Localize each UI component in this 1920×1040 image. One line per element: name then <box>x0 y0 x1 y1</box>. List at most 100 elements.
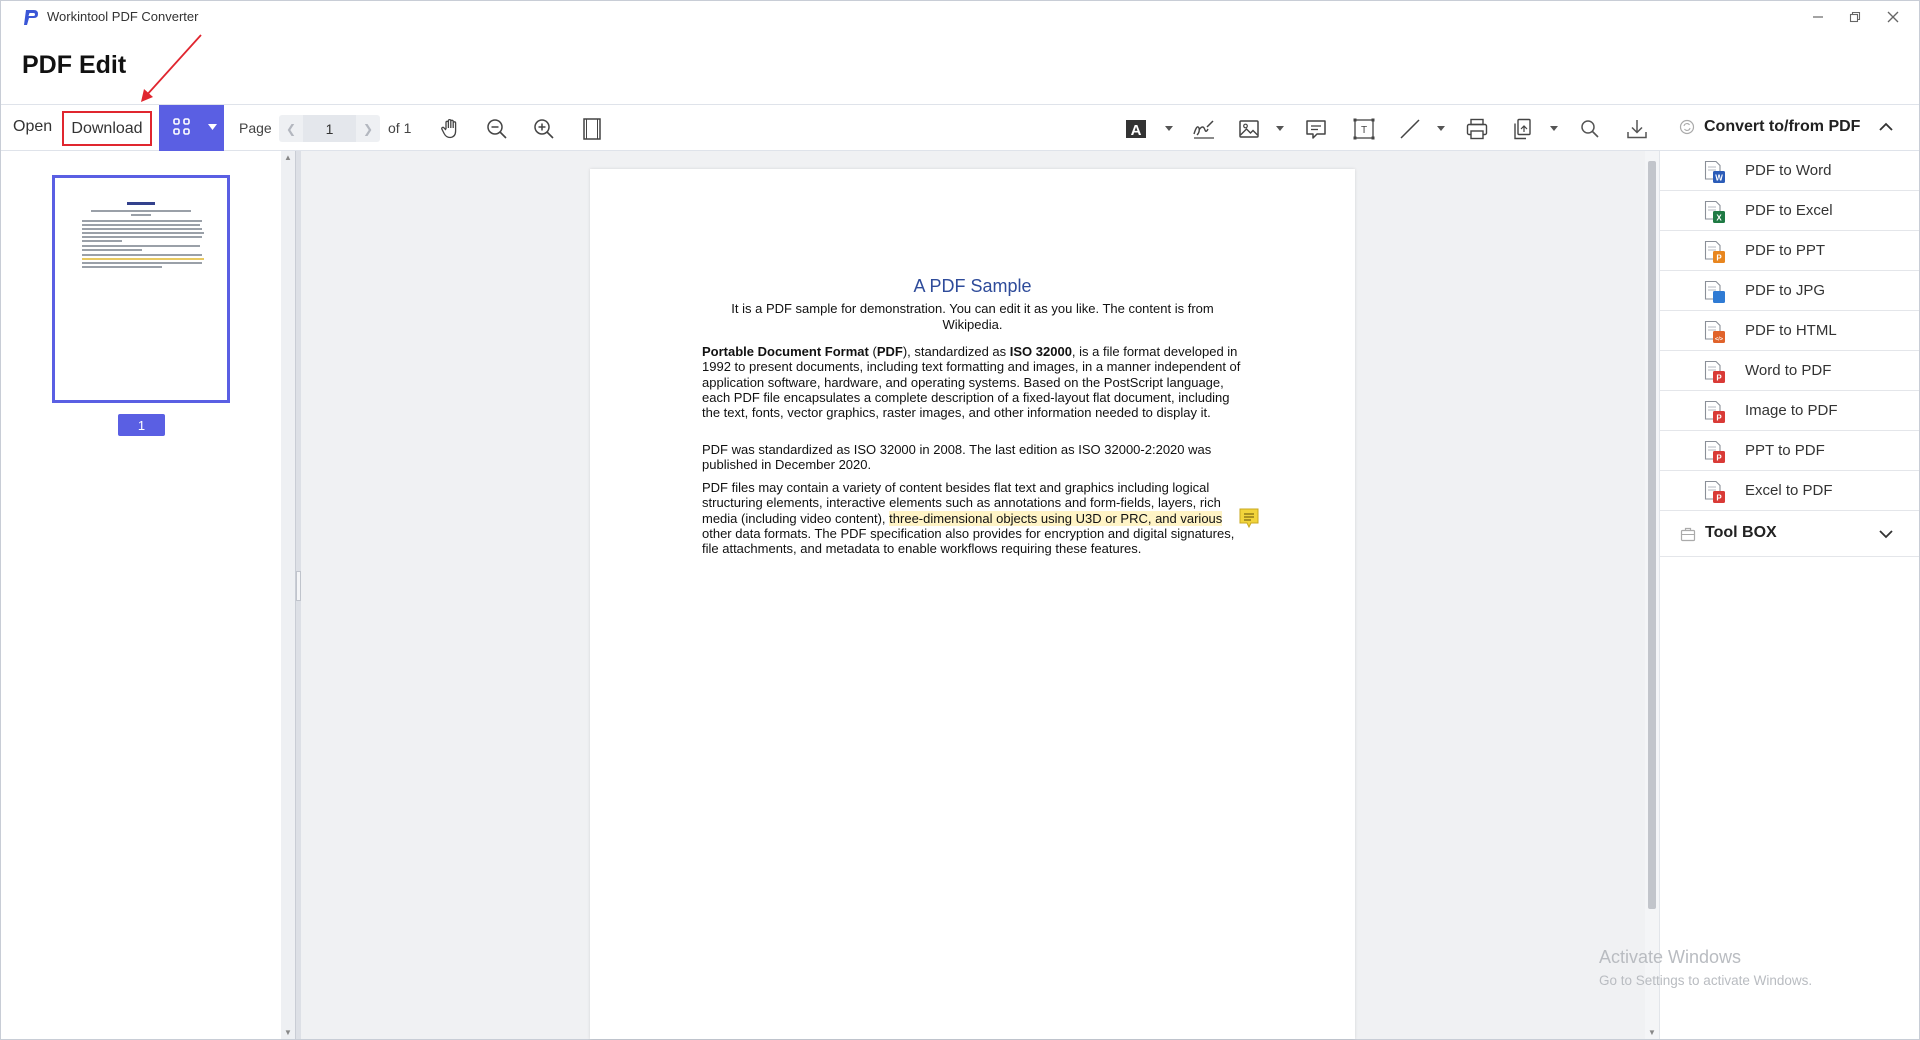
next-page-button[interactable]: ❯ <box>356 115 380 142</box>
document-paragraph-2: PDF was standardized as ISO 32000 in 200… <box>702 442 1212 473</box>
excel-to-pdf-icon: P <box>1704 480 1725 503</box>
annotation-arrow <box>141 34 202 102</box>
toolbox-label: Tool BOX <box>1705 524 1777 541</box>
page-total: of 1 <box>388 120 412 136</box>
paragraph-text: ( <box>868 344 877 359</box>
pdf-page[interactable]: A PDF Sample It is a PDF sample for demo… <box>590 169 1355 1039</box>
image-icon <box>1239 120 1259 138</box>
chevron-down-icon[interactable] <box>1878 527 1894 541</box>
thumbnail-scrollbar[interactable]: ▲ ▼ <box>281 151 295 1039</box>
svg-text:A: A <box>1131 122 1142 139</box>
convert-item-label: PDF to HTML <box>1745 322 1837 339</box>
convert-item-pdf-to-html[interactable]: </> PDF to HTML <box>1660 311 1919 351</box>
scroll-down-arrow-icon[interactable]: ▼ <box>284 1028 292 1037</box>
document-viewer: A PDF Sample It is a PDF sample for demo… <box>301 151 1645 1039</box>
minimize-icon <box>1813 16 1823 18</box>
convert-item-pdf-to-word[interactable]: W PDF to Word <box>1660 151 1919 191</box>
convert-item-label: PDF to Word <box>1745 162 1832 179</box>
svg-text:W: W <box>1715 174 1723 183</box>
text-dropdown-icon[interactable] <box>1164 123 1174 133</box>
svg-text:P: P <box>1716 414 1722 423</box>
image-to-pdf-icon: P <box>1704 400 1725 423</box>
thumbnail-text-line <box>82 224 200 226</box>
thumbnail-text-line <box>82 228 202 230</box>
convert-item-pdf-to-excel[interactable]: X PDF to Excel <box>1660 191 1919 231</box>
convert-item-ppt-to-pdf[interactable]: P PPT to PDF <box>1660 431 1919 471</box>
zoom-out-icon <box>487 119 507 139</box>
page-thumbnail[interactable] <box>52 175 230 403</box>
text-box-button[interactable]: T <box>1351 116 1377 142</box>
image-dropdown-icon[interactable] <box>1275 123 1285 133</box>
page-number-input[interactable]: 1 <box>303 115 356 142</box>
print-icon <box>1466 118 1488 140</box>
previous-page-button[interactable]: ❮ <box>279 115 303 142</box>
sticky-note-icon[interactable] <box>1238 507 1260 529</box>
print-button[interactable] <box>1464 116 1490 142</box>
word-to-pdf-icon: P <box>1704 360 1725 383</box>
signature-button[interactable] <box>1191 116 1217 142</box>
line-dropdown-icon[interactable] <box>1436 123 1446 133</box>
minimize-button[interactable] <box>1800 5 1836 29</box>
svg-text:P: P <box>1716 254 1722 263</box>
bold-term: ISO 32000 <box>1009 344 1072 359</box>
convert-item-label: Excel to PDF <box>1745 482 1833 499</box>
paragraph-text: other data formats. The PDF specificatio… <box>702 525 1235 557</box>
ppt-icon: P <box>1704 240 1725 263</box>
ppt-to-pdf-icon: P <box>1704 440 1725 463</box>
zoom-out-button[interactable] <box>484 116 510 142</box>
highlighted-text[interactable]: three-dimensional objects using U3D or P… <box>889 510 1223 526</box>
convert-item-image-to-pdf[interactable]: P Image to PDF <box>1660 391 1919 431</box>
close-button[interactable] <box>1875 5 1911 29</box>
app-window: Workintool PDF Converter PDF Edit Open D… <box>0 0 1920 1040</box>
thumbnail-panel: 1 <box>1 151 281 1039</box>
thumbnail-text-line <box>91 210 191 212</box>
convert-item-label: Word to PDF <box>1745 362 1832 379</box>
svg-text:P: P <box>1716 494 1722 503</box>
toolbox-header[interactable]: Tool BOX <box>1660 511 1919 557</box>
hand-tool-button[interactable] <box>438 116 464 142</box>
scroll-down-arrow-icon[interactable]: ▼ <box>1648 1028 1656 1037</box>
svg-text:P: P <box>1716 374 1722 383</box>
zoom-in-button[interactable] <box>531 116 557 142</box>
thumbnail-text-line <box>82 254 202 256</box>
line-tool-button[interactable] <box>1397 116 1423 142</box>
convert-panel-header[interactable]: Convert to/from PDF <box>1659 104 1919 151</box>
svg-text:P: P <box>1716 454 1722 463</box>
word-icon: W <box>1704 160 1725 183</box>
toolbar: Open Download Page ❮ 1 ❯ of 1 A T <box>1 104 1919 151</box>
export-dropdown-icon[interactable] <box>1549 123 1559 133</box>
thumbnail-text-line <box>82 240 122 242</box>
comment-icon <box>1306 120 1326 139</box>
title-bar: Workintool PDF Converter <box>1 1 1919 35</box>
fit-page-button[interactable] <box>579 116 605 142</box>
convert-item-word-to-pdf[interactable]: P Word to PDF <box>1660 351 1919 391</box>
export-icon <box>1514 118 1531 140</box>
search-button[interactable] <box>1577 116 1603 142</box>
convert-item-pdf-to-ppt[interactable]: P PDF to PPT <box>1660 231 1919 271</box>
thumbnail-text-line <box>82 266 162 268</box>
scroll-up-arrow-icon[interactable]: ▲ <box>284 153 292 162</box>
thumbnail-text-line <box>82 258 204 260</box>
restore-button[interactable] <box>1837 5 1873 29</box>
open-button[interactable]: Open <box>13 118 52 136</box>
chevron-down-icon <box>208 124 217 130</box>
thumbnail-text-line <box>131 214 151 216</box>
comment-button[interactable] <box>1303 116 1329 142</box>
view-mode-button[interactable] <box>159 105 224 151</box>
image-tool-button[interactable] <box>1236 116 1262 142</box>
download-button[interactable]: Download <box>62 111 152 146</box>
thumbnail-text-line <box>82 262 202 264</box>
convert-item-pdf-to-jpg[interactable]: PDF to JPG <box>1660 271 1919 311</box>
scrollbar-thumb[interactable] <box>1648 161 1656 909</box>
save-download-button[interactable] <box>1624 116 1650 142</box>
svg-text:</>: </> <box>1715 337 1723 343</box>
signature-icon <box>1193 120 1214 139</box>
zoom-in-icon <box>534 119 554 139</box>
document-scrollbar[interactable]: ▼ <box>1645 151 1659 1039</box>
app-logo-icon <box>24 10 38 25</box>
chevron-up-icon[interactable] <box>1878 120 1894 134</box>
convert-item-excel-to-pdf[interactable]: P Excel to PDF <box>1660 471 1919 511</box>
text-tool-button[interactable]: A <box>1123 116 1149 142</box>
export-button[interactable] <box>1509 116 1535 142</box>
html-icon: </> <box>1704 320 1725 343</box>
